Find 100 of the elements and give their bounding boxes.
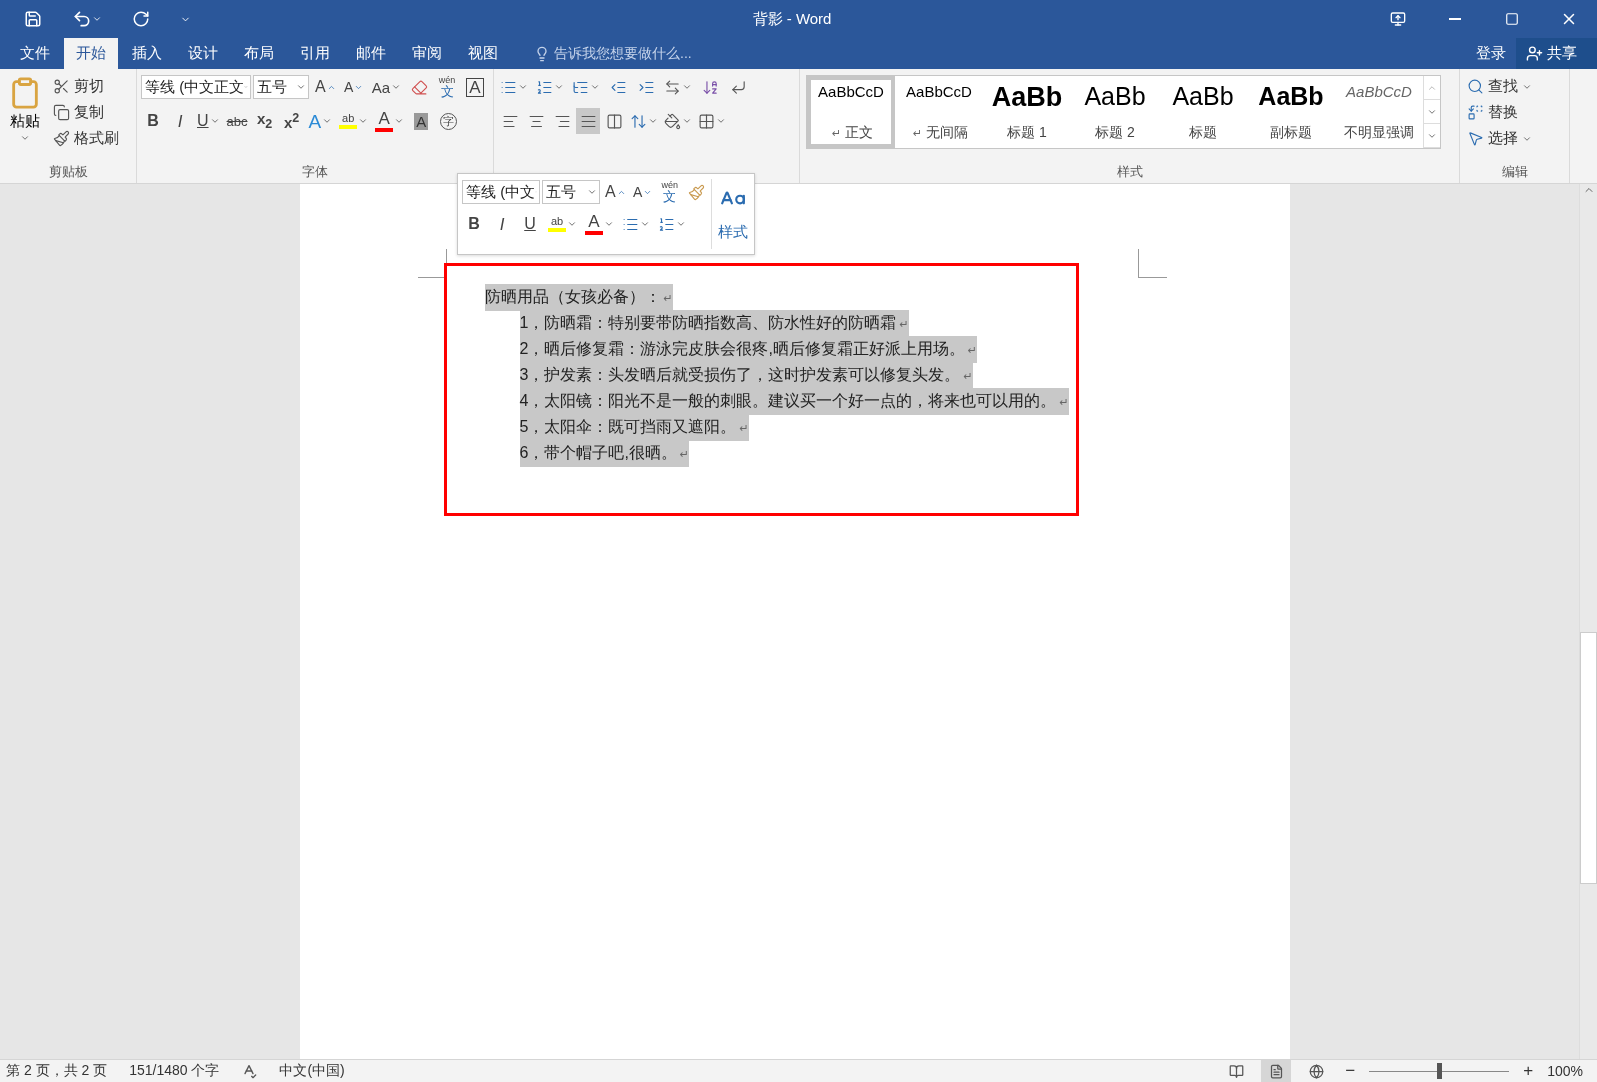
list-item-text: 3，护发素：头发晒后就受损伤了，这时护发素可以修复头发。 ↵ [519,361,973,389]
grow-font-button[interactable]: A [313,74,338,100]
zoom-in-button[interactable]: + [1519,1061,1538,1081]
caret-icon [716,116,726,126]
highlight-button[interactable]: ab [337,108,371,134]
caret-icon [358,116,369,126]
eraser-icon [410,78,428,96]
italic-button[interactable]: I [168,108,192,134]
zoom-thumb[interactable] [1437,1063,1443,1079]
paintbrush-icon [53,130,70,147]
line-spacing-icon [630,112,647,130]
share-button[interactable]: 共享 [1516,38,1597,69]
page-count: 第 2 页，共 2 页 [6,1062,108,1080]
scrollbar-thumb[interactable] [1580,632,1597,884]
caret-icon [92,14,102,24]
list-item-text: 6，带个帽子吧,很晒。 ↵ [519,439,690,467]
select-button[interactable]: 选择 [1464,126,1535,151]
underline-button[interactable]: U [518,211,542,237]
copy-button[interactable]: 复制 [50,100,122,125]
italic-button[interactable]: I [490,211,514,237]
shrink-font-button[interactable]: A [630,179,655,205]
caret-icon [604,219,614,229]
ribbon-tab[interactable]: 文件 [8,38,62,69]
replace-button[interactable]: 替换 [1464,100,1535,125]
window-title: 背影 - Word [751,9,833,29]
ribbon-display-icon [1389,11,1406,27]
book-icon [1228,1063,1244,1079]
subscript-button[interactable]: x$_{2}$ [252,108,277,134]
minimize-icon [1448,18,1461,20]
bold-button[interactable]: B [141,108,165,134]
pointer-icon [1467,130,1484,147]
language-label: 中文(中国) [279,1062,345,1080]
numbered-list-icon [658,215,675,233]
strikethrough-button[interactable]: abc [224,108,250,134]
caret-icon [518,82,528,92]
redo-icon [132,10,150,28]
ribbon-tab[interactable]: 邮件 [344,38,398,69]
arrows-icon [664,78,681,96]
sort-icon [701,78,719,96]
shrink-font-button[interactable]: A [341,74,366,100]
save-icon [24,10,42,28]
font-color-button[interactable]: A [373,108,407,134]
enclose-characters-button[interactable]: 字 [436,108,461,134]
caret-icon [587,187,597,197]
ribbon-tab[interactable]: 设计 [176,38,230,69]
styles-button[interactable]: 样式 [710,179,754,249]
page-icon [1268,1063,1284,1079]
caret-icon [640,219,650,229]
list-item-text: 1，防晒霜：特别要带防晒指数高、防水性好的防晒霜 ↵ [519,309,909,337]
cut-button[interactable]: 剪切 [50,74,122,99]
caret-icon [676,219,686,229]
phonetic-guide-button[interactable]: wén 文 [435,74,460,100]
font-size-combo[interactable]: 五号 [253,75,309,99]
group-label: 字体 [302,163,328,181]
font-color-button[interactable]: A [583,211,616,237]
highlight-button[interactable]: ab [546,211,579,237]
align-icon [605,112,623,130]
proofing-icon [241,1063,258,1079]
caret-icon [209,116,220,126]
format-painter-button[interactable]: 格式刷 [50,126,122,151]
font-name-combo[interactable]: 等线 (中文 [462,180,540,204]
grow-font-button[interactable]: A [603,179,628,205]
zoom-out-button[interactable]: − [1341,1061,1360,1081]
paste-button[interactable]: 粘贴 [4,74,46,163]
font-size-combo[interactable]: 五号 [542,180,600,204]
list-item-text: 4，太阳镜：阳光不是一般的刺眼。建议买一个好一点的，将来也可以用的。 ↵ [519,387,1069,415]
print-layout-button[interactable] [1261,1060,1292,1082]
font-name-combo[interactable]: 等线 (中文正文 [141,75,251,99]
ribbon-tab[interactable]: 引用 [288,38,342,69]
phonetic-guide-button[interactable]: wén 文 [657,179,682,205]
ribbon-tab[interactable]: 审阅 [400,38,454,69]
caret-icon [322,116,333,126]
change-case-button[interactable]: Aa [369,74,404,100]
numbered-list-icon [536,78,553,96]
group-label: 剪贴板 [48,163,88,181]
character-shading-button[interactable]: A [409,108,434,134]
caret-icon [590,82,600,92]
style-option[interactable]: AaBbCcD ↵ 正文 [807,76,895,148]
bold-button[interactable]: B [462,211,486,237]
grid-icon [698,112,715,130]
globe-icon [1308,1063,1324,1079]
underline-button[interactable]: U [195,108,222,134]
lightbulb-icon [534,45,550,62]
zoom-level: 100% [1547,1063,1583,1079]
caret-icon [296,82,306,92]
ribbon-tab[interactable]: 插入 [120,38,174,69]
align-button[interactable] [576,108,600,134]
ribbon-tab[interactable]: 开始 [64,38,118,69]
caret-icon [20,133,30,143]
sign-in-link[interactable]: 登录 [1466,38,1516,69]
list-item-text: 5，太阳伞：既可挡雨又遮阳。 ↵ [519,413,749,441]
maximize-icon [1504,12,1519,26]
ribbon-tab[interactable]: 视图 [456,38,510,69]
group-label: 样式 [1116,163,1143,181]
caret-icon [391,82,402,92]
find-button[interactable]: 查找 [1464,74,1535,99]
superscript-button[interactable]: x$^{2}$ [279,108,304,134]
ribbon-tab[interactable]: 布局 [232,38,286,69]
tell-me-field[interactable]: 告诉我您想要做什么... [534,38,692,69]
caret-icon [682,82,692,92]
